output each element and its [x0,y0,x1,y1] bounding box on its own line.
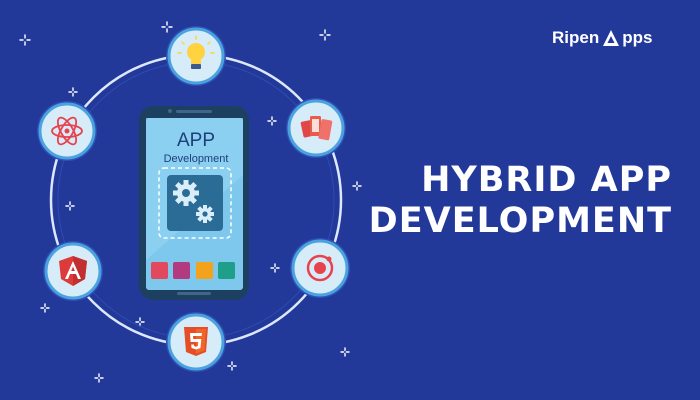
angular-circle [43,241,103,301]
brand-name-part1: Ripen [552,28,600,47]
phonegap-circle [286,98,346,158]
gear-icon [196,205,214,223]
phone: APP Development [139,106,249,300]
screen-subtitle: Development [164,153,229,165]
gear-icon [173,180,199,206]
ripen-a-logo-icon [603,30,620,46]
app-tile [173,262,190,279]
html5-icon [184,327,208,356]
headline-line1: HYBRID APP [421,160,672,200]
react-circle [37,101,97,161]
app-tile [196,262,213,279]
banner: APP Development Ripen pps HYBRID APP DEV… [0,0,700,400]
headline: HYBRID APP DEVELOPMENT [369,160,672,242]
app-tile [151,262,168,279]
html5-circle [166,312,226,372]
lightbulb-circle [166,26,226,86]
headline-line2: DEVELOPMENT [368,201,672,241]
ionic-circle [290,238,350,298]
brand-logo[interactable]: Ripen pps [552,28,652,48]
app-tile [218,262,235,279]
screen-title: APP [177,130,215,151]
brand-name-part2: pps [622,28,653,47]
